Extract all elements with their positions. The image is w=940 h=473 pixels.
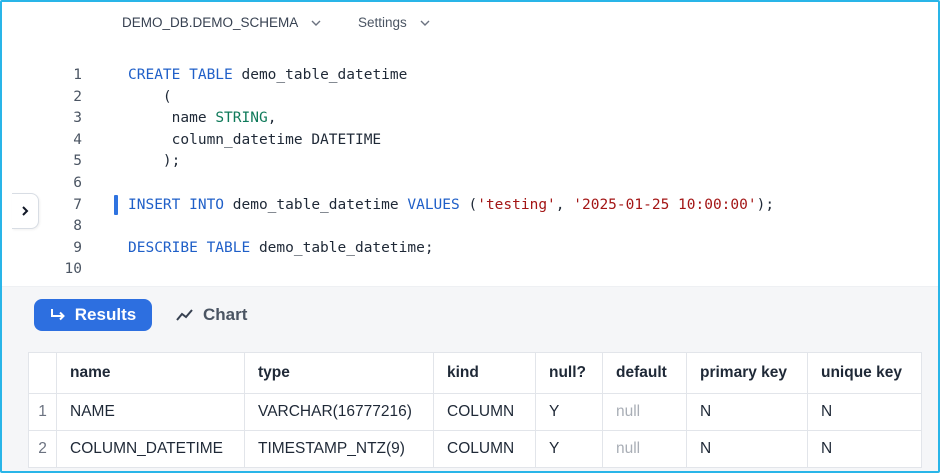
cell-primary-key[interactable]: N — [686, 430, 808, 468]
code-token: name — [128, 110, 216, 127]
cell-kind[interactable]: COLUMN — [433, 393, 536, 431]
database-schema-selector[interactable]: DEMO_DB.DEMO_SCHEMA — [122, 15, 322, 30]
cell-unique-key[interactable]: N — [807, 430, 922, 468]
tab-chart[interactable]: Chart — [176, 299, 247, 331]
code-text: ); — [128, 150, 180, 172]
line-number: 2 — [73, 88, 82, 105]
sidebar-toggle-button[interactable] — [12, 193, 39, 229]
tab-results-label: Results — [74, 305, 137, 324]
code-token: DESCRIBE TABLE — [128, 239, 251, 256]
database-schema-label: DEMO_DB.DEMO_SCHEMA — [122, 15, 299, 30]
cell-type[interactable]: VARCHAR(16777216) — [244, 393, 434, 431]
cell-name[interactable]: COLUMN_DATETIME — [56, 430, 245, 468]
code-line[interactable]: 9 DESCRIBE TABLE demo_table_datetime; — [2, 237, 938, 259]
chevron-right-icon — [22, 206, 29, 216]
code-token: ( — [128, 88, 172, 105]
line-number: 3 — [73, 110, 82, 127]
code-token: demo_table_datetime; — [250, 239, 434, 256]
sql-editor[interactable]: 1 CREATE TABLE demo_table_datetime 2 (3 na… — [2, 46, 938, 286]
code-text: ( — [128, 86, 172, 108]
table-header-row: name type kind null? default primary key… — [28, 352, 922, 394]
active-line-indicator — [114, 195, 118, 215]
chevron-down-icon — [311, 20, 321, 26]
code-token: CREATE TABLE — [128, 67, 233, 83]
code-token: 'testing' — [477, 196, 556, 213]
code-text: INSERT INTO demo_table_datetime VALUES (… — [128, 194, 774, 216]
table-row[interactable]: 2 COLUMN_DATETIME TIMESTAMP_NTZ(9) COLUM… — [28, 430, 922, 468]
line-number: 4 — [73, 131, 82, 148]
code-line[interactable]: 1 CREATE TABLE demo_table_datetime — [2, 64, 938, 86]
code-line[interactable]: 6 — [2, 172, 938, 194]
table-row[interactable]: 1 NAME VARCHAR(16777216) COLUMN Y null N… — [28, 393, 922, 431]
line-number: 7 — [73, 196, 82, 213]
code-token: , — [555, 196, 574, 213]
code-token: INSERT INTO — [128, 196, 225, 213]
code-line[interactable]: 10 — [2, 258, 938, 280]
results-panel: Results Chart name type kind null? defau… — [2, 286, 938, 471]
worksheet-header: DEMO_DB.DEMO_SCHEMA Settings — [2, 2, 938, 46]
code-line[interactable]: 2 ( — [2, 86, 938, 108]
code-text: column_datetime DATETIME — [128, 129, 382, 151]
tab-results[interactable]: Results — [34, 299, 152, 331]
row-index: 1 — [28, 393, 57, 431]
code-line[interactable]: 8 — [2, 215, 938, 237]
column-header-type[interactable]: type — [244, 352, 434, 394]
code-token: ); — [128, 153, 181, 170]
line-number: 5 — [73, 153, 82, 170]
cell-name[interactable]: NAME — [56, 393, 245, 431]
code-line[interactable]: 7 INSERT INTO demo_table_datetime VALUES … — [2, 194, 938, 216]
tab-chart-label: Chart — [203, 305, 248, 324]
code-token: ( — [459, 196, 478, 213]
row-index: 2 — [28, 430, 57, 468]
code-token: demo_table_datetime — [232, 67, 408, 83]
return-arrow-icon — [50, 309, 65, 321]
code-token: VALUES — [407, 196, 460, 213]
code-token: , — [267, 110, 277, 127]
column-header-primary-key[interactable]: primary key — [686, 352, 808, 394]
line-number: 1 — [73, 67, 82, 83]
column-header-kind[interactable]: kind — [433, 352, 536, 394]
index-column-header — [28, 352, 57, 394]
settings-dropdown[interactable]: Settings — [358, 15, 431, 30]
column-header-default[interactable]: default — [602, 352, 687, 394]
cell-type[interactable]: TIMESTAMP_NTZ(9) — [244, 430, 434, 468]
code-token: column_datetime DATETIME — [128, 131, 382, 148]
chevron-down-icon — [420, 20, 430, 26]
column-header-null[interactable]: null? — [535, 352, 603, 394]
cell-null[interactable]: Y — [535, 393, 603, 431]
cell-kind[interactable]: COLUMN — [433, 430, 536, 468]
column-header-name[interactable]: name — [56, 352, 245, 394]
code-token: '2025-01-25 10:00:00' — [573, 196, 757, 213]
column-header-unique-key[interactable]: unique key — [807, 352, 922, 394]
line-chart-icon — [176, 309, 193, 321]
line-number: 6 — [73, 175, 82, 191]
code-text: CREATE TABLE demo_table_datetime — [128, 64, 407, 86]
code-token: ); — [756, 196, 775, 213]
cell-default[interactable]: null — [602, 393, 687, 431]
code-line[interactable]: 3 name STRING, — [2, 107, 938, 129]
code-token: STRING — [215, 110, 268, 127]
line-number: 9 — [73, 239, 82, 256]
code-line[interactable]: 4 column_datetime DATETIME — [2, 129, 938, 151]
code-text: name STRING, — [128, 107, 277, 129]
code-token: demo_table_datetime — [224, 196, 408, 213]
code-text: DESCRIBE TABLE demo_table_datetime; — [128, 237, 434, 259]
cell-null[interactable]: Y — [535, 430, 603, 468]
cell-primary-key[interactable]: N — [686, 393, 808, 431]
worksheet-window: DEMO_DB.DEMO_SCHEMA Settings 1 CREATE TAB… — [0, 0, 940, 473]
line-number: 8 — [73, 218, 82, 235]
cell-unique-key[interactable]: N — [807, 393, 922, 431]
settings-label: Settings — [358, 15, 407, 30]
line-number: 10 — [64, 261, 82, 278]
results-table: name type kind null? default primary key… — [28, 352, 922, 468]
code-line[interactable]: 5 ); — [2, 150, 938, 172]
cell-default[interactable]: null — [602, 430, 687, 468]
